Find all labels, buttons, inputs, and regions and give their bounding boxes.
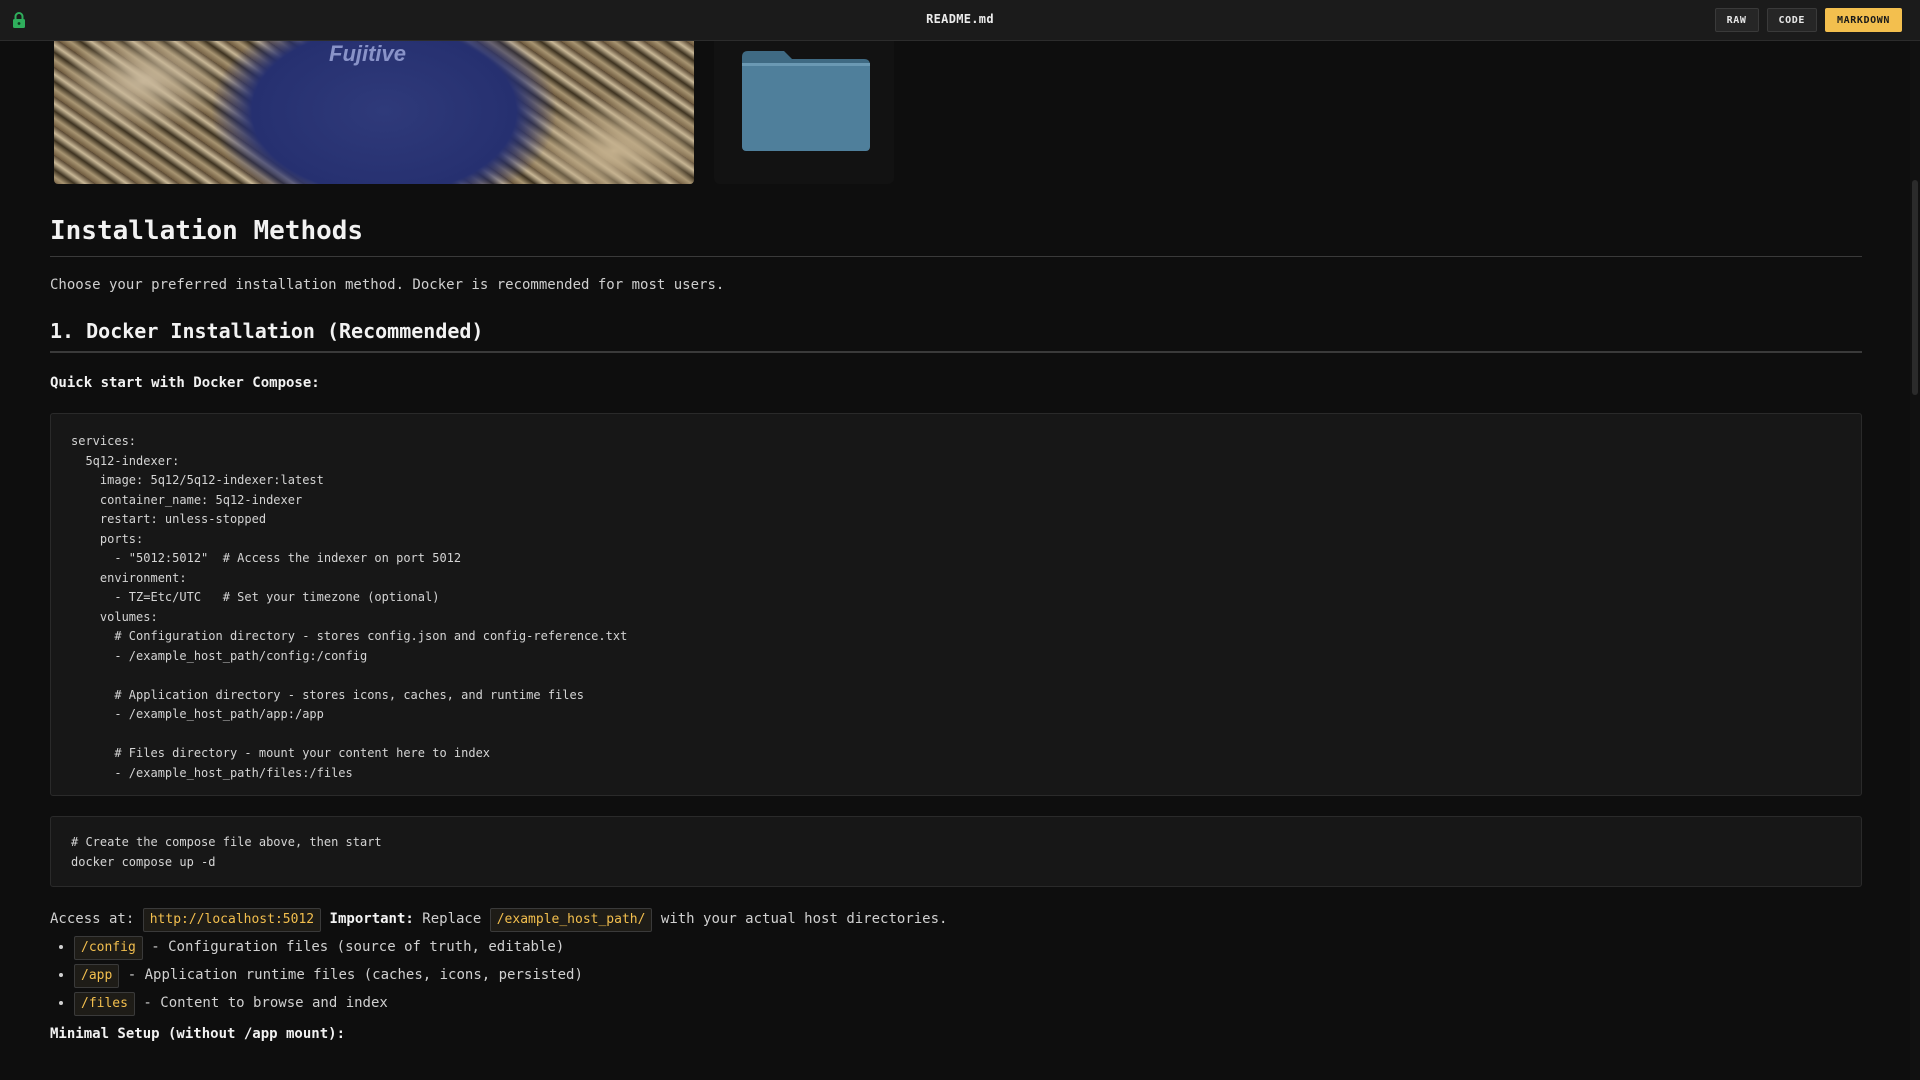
code-button[interactable]: CODE	[1766, 8, 1818, 32]
list-item: /files - Content to browse and index	[74, 992, 1862, 1016]
access-url[interactable]: http://localhost:5012	[142, 908, 322, 932]
path-code: /app	[74, 964, 120, 988]
poster-image: Fujitive	[54, 41, 694, 184]
list-item: /app - Application runtime files (caches…	[74, 964, 1862, 988]
paths-list: /config - Configuration files (source of…	[50, 936, 1862, 1016]
markdown-button[interactable]: MARKDOWN	[1825, 8, 1902, 32]
quick-start-label: Quick start with Docker Compose:	[50, 375, 320, 391]
section-heading: Installation Methods	[50, 216, 1862, 257]
host-path-code: /example_host_path/	[489, 908, 653, 932]
command-code-block: # Create the compose file above, then st…	[50, 816, 1862, 887]
poster-text: Fujitive	[329, 41, 407, 66]
replace-suffix: with your actual host directories.	[660, 911, 948, 927]
path-code: /config	[74, 936, 143, 960]
docker-heading: 1. Docker Installation (Recommended)	[50, 319, 1862, 353]
important-label: Important:	[329, 911, 414, 927]
markdown-content: Fujitive Installation Methods Choose you…	[50, 41, 1862, 1042]
raw-button[interactable]: RAW	[1714, 8, 1759, 32]
intro-text: Choose your preferred installation metho…	[50, 277, 725, 293]
view-mode-buttons: RAW CODE MARKDOWN	[1714, 8, 1902, 32]
path-code: /files	[74, 992, 135, 1016]
path-desc: - Application runtime files (caches, ico…	[127, 967, 583, 983]
top-bar: README.md RAW CODE MARKDOWN	[0, 0, 1920, 41]
list-item: /config - Configuration files (source of…	[74, 936, 1862, 960]
scrollbar[interactable]	[1910, 41, 1920, 1080]
scrollbar-thumb[interactable]	[1912, 180, 1918, 395]
folder-icon	[740, 49, 872, 157]
image-row: Fujitive	[50, 41, 1862, 186]
access-label: Access at:	[50, 911, 135, 927]
path-desc: - Configuration files (source of truth, …	[151, 939, 565, 955]
path-desc: - Content to browse and index	[143, 995, 388, 1011]
replace-text: Replace	[422, 911, 482, 927]
window-title: README.md	[926, 12, 994, 26]
access-line: Access at: http://localhost:5012 Importa…	[50, 907, 1862, 932]
folder-image	[714, 41, 894, 184]
compose-code-block: services: 5q12-indexer: image: 5q12/5q12…	[50, 413, 1862, 796]
minimal-setup-label: Minimal Setup (without /app mount):	[50, 1026, 346, 1042]
